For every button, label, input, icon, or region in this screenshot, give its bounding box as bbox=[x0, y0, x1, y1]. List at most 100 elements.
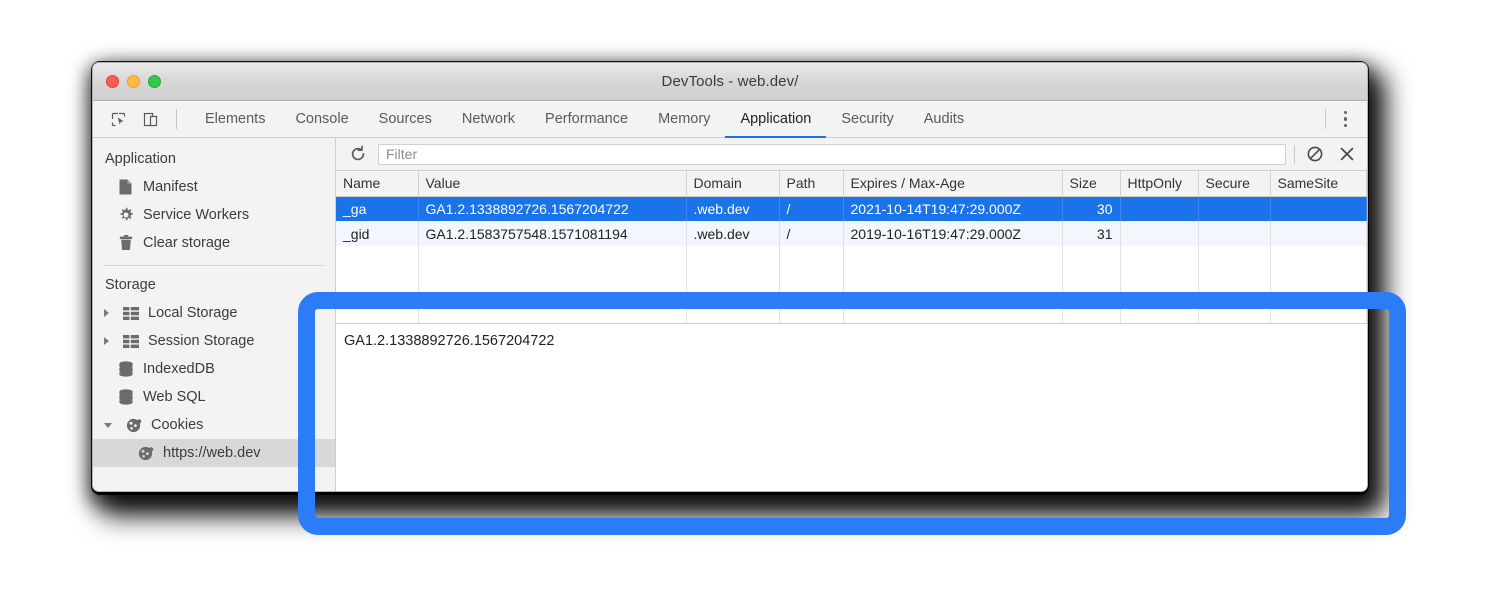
cell-name: _gid bbox=[336, 221, 418, 246]
table-grid-icon bbox=[122, 333, 139, 350]
sidebar-group-storage: Storage bbox=[93, 272, 335, 299]
database-icon bbox=[117, 389, 134, 406]
sidebar-item-label: https://web.dev bbox=[163, 445, 261, 461]
sidebar-item-cookie-origin[interactable]: https://web.dev bbox=[93, 439, 335, 467]
tab-label: Audits bbox=[924, 111, 964, 127]
column-header-domain[interactable]: Domain bbox=[686, 171, 779, 196]
tab-network[interactable]: Network bbox=[447, 101, 530, 137]
tab-label: Sources bbox=[379, 111, 432, 127]
tab-label: Security bbox=[841, 111, 893, 127]
sidebar-item-session-storage[interactable]: Session Storage bbox=[93, 327, 335, 355]
table-row[interactable]: _ga GA1.2.1338892726.1567204722 .web.dev… bbox=[336, 196, 1367, 221]
column-header-name[interactable]: Name bbox=[336, 171, 418, 196]
panel-tabs: Elements Console Sources Network Perform… bbox=[190, 101, 979, 137]
cookies-table-wrapper[interactable]: Name Value Domain Path Expires / Max-Age… bbox=[336, 171, 1367, 323]
cookie-value-preview-text: GA1.2.1338892726.1567204722 bbox=[344, 333, 554, 349]
cell-samesite bbox=[1270, 221, 1367, 246]
tab-label: Application bbox=[740, 111, 811, 127]
toolbar-divider-right bbox=[1325, 109, 1326, 129]
column-header-size[interactable]: Size bbox=[1062, 171, 1120, 196]
tabbar-left-icons bbox=[93, 101, 190, 137]
column-header-samesite[interactable]: SameSite bbox=[1270, 171, 1367, 196]
cell-name: _ga bbox=[336, 196, 418, 221]
cookies-toolbar bbox=[336, 138, 1367, 171]
cell-value: GA1.2.1583757548.1571081194 bbox=[418, 221, 686, 246]
cell-expires: 2019-10-16T19:47:29.000Z bbox=[843, 221, 1062, 246]
tab-audits[interactable]: Audits bbox=[909, 101, 979, 137]
cookie-icon bbox=[125, 417, 142, 434]
table-row[interactable]: _gid GA1.2.1583757548.1571081194 .web.de… bbox=[336, 221, 1367, 246]
table-row-empty[interactable] bbox=[336, 272, 1367, 298]
kebab-menu-icon[interactable] bbox=[1338, 107, 1354, 132]
sidebar-divider bbox=[103, 265, 325, 266]
toolbar-divider bbox=[1294, 145, 1295, 164]
filter-input[interactable] bbox=[378, 144, 1286, 165]
tab-label: Memory bbox=[658, 111, 710, 127]
tab-label: Elements bbox=[205, 111, 265, 127]
cell-size: 30 bbox=[1062, 196, 1120, 221]
window-titlebar[interactable]: DevTools - web.dev/ bbox=[93, 63, 1367, 101]
sidebar-item-local-storage[interactable]: Local Storage bbox=[93, 299, 335, 327]
database-icon bbox=[117, 361, 134, 378]
cell-expires: 2021-10-14T19:47:29.000Z bbox=[843, 196, 1062, 221]
devtools-body: Application Manifest Service Workers bbox=[93, 138, 1367, 492]
toolbar-divider bbox=[176, 109, 177, 129]
cell-domain: .web.dev bbox=[686, 196, 779, 221]
column-header-path[interactable]: Path bbox=[779, 171, 843, 196]
sidebar-item-indexeddb[interactable]: IndexedDB bbox=[93, 355, 335, 383]
sidebar-item-label: Session Storage bbox=[148, 333, 254, 349]
tabbar-right-icons bbox=[1318, 101, 1368, 137]
cell-httponly bbox=[1120, 196, 1198, 221]
tab-label: Network bbox=[462, 111, 515, 127]
cookies-table-body: _ga GA1.2.1338892726.1567204722 .web.dev… bbox=[336, 196, 1367, 323]
sidebar-item-label: Service Workers bbox=[143, 207, 249, 223]
clear-all-cookies-icon[interactable] bbox=[1303, 142, 1327, 166]
sidebar-item-manifest[interactable]: Manifest bbox=[93, 173, 335, 201]
sidebar-item-label: Local Storage bbox=[148, 305, 237, 321]
column-header-secure[interactable]: Secure bbox=[1198, 171, 1270, 196]
cell-secure bbox=[1198, 196, 1270, 221]
cell-domain: .web.dev bbox=[686, 221, 779, 246]
column-header-expires[interactable]: Expires / Max-Age bbox=[843, 171, 1062, 196]
cookies-panel: Name Value Domain Path Expires / Max-Age… bbox=[336, 138, 1367, 492]
chevron-right-icon[interactable] bbox=[104, 309, 109, 317]
cell-httponly bbox=[1120, 221, 1198, 246]
cookie-icon bbox=[137, 445, 154, 462]
refresh-icon[interactable] bbox=[346, 142, 370, 166]
tab-label: Console bbox=[295, 111, 348, 127]
cell-path: / bbox=[779, 221, 843, 246]
column-header-httponly[interactable]: HttpOnly bbox=[1120, 171, 1198, 196]
tab-sources[interactable]: Sources bbox=[364, 101, 447, 137]
application-sidebar: Application Manifest Service Workers bbox=[93, 138, 336, 492]
cookies-table: Name Value Domain Path Expires / Max-Age… bbox=[336, 171, 1367, 323]
sidebar-item-cookies[interactable]: Cookies bbox=[93, 411, 335, 439]
inspect-element-icon[interactable] bbox=[105, 106, 131, 132]
devtools-window: DevTools - web.dev/ bbox=[92, 62, 1368, 492]
sidebar-item-label: IndexedDB bbox=[143, 361, 215, 377]
column-header-value[interactable]: Value bbox=[418, 171, 686, 196]
screenshot-stage: DevTools - web.dev/ bbox=[0, 0, 1499, 608]
cookie-value-preview[interactable]: GA1.2.1338892726.1567204722 bbox=[336, 323, 1367, 492]
cell-samesite bbox=[1270, 196, 1367, 221]
tab-elements[interactable]: Elements bbox=[190, 101, 280, 137]
cell-secure bbox=[1198, 221, 1270, 246]
tab-label: Performance bbox=[545, 111, 628, 127]
tab-application[interactable]: Application bbox=[725, 101, 826, 137]
delete-selected-cookie-icon[interactable] bbox=[1335, 142, 1359, 166]
sidebar-item-web-sql[interactable]: Web SQL bbox=[93, 383, 335, 411]
table-row-empty[interactable] bbox=[336, 246, 1367, 272]
tab-security[interactable]: Security bbox=[826, 101, 908, 137]
tab-memory[interactable]: Memory bbox=[643, 101, 725, 137]
cell-path: / bbox=[779, 196, 843, 221]
tab-console[interactable]: Console bbox=[280, 101, 363, 137]
trash-icon bbox=[117, 235, 134, 252]
table-row-empty[interactable] bbox=[336, 298, 1367, 323]
table-header-row: Name Value Domain Path Expires / Max-Age… bbox=[336, 171, 1367, 196]
tab-performance[interactable]: Performance bbox=[530, 101, 643, 137]
window-title: DevTools - web.dev/ bbox=[93, 73, 1367, 90]
chevron-right-icon[interactable] bbox=[104, 337, 109, 345]
sidebar-item-service-workers[interactable]: Service Workers bbox=[93, 201, 335, 229]
chevron-down-icon[interactable] bbox=[104, 423, 112, 428]
sidebar-item-clear-storage[interactable]: Clear storage bbox=[93, 229, 335, 257]
device-toolbar-icon[interactable] bbox=[137, 106, 163, 132]
